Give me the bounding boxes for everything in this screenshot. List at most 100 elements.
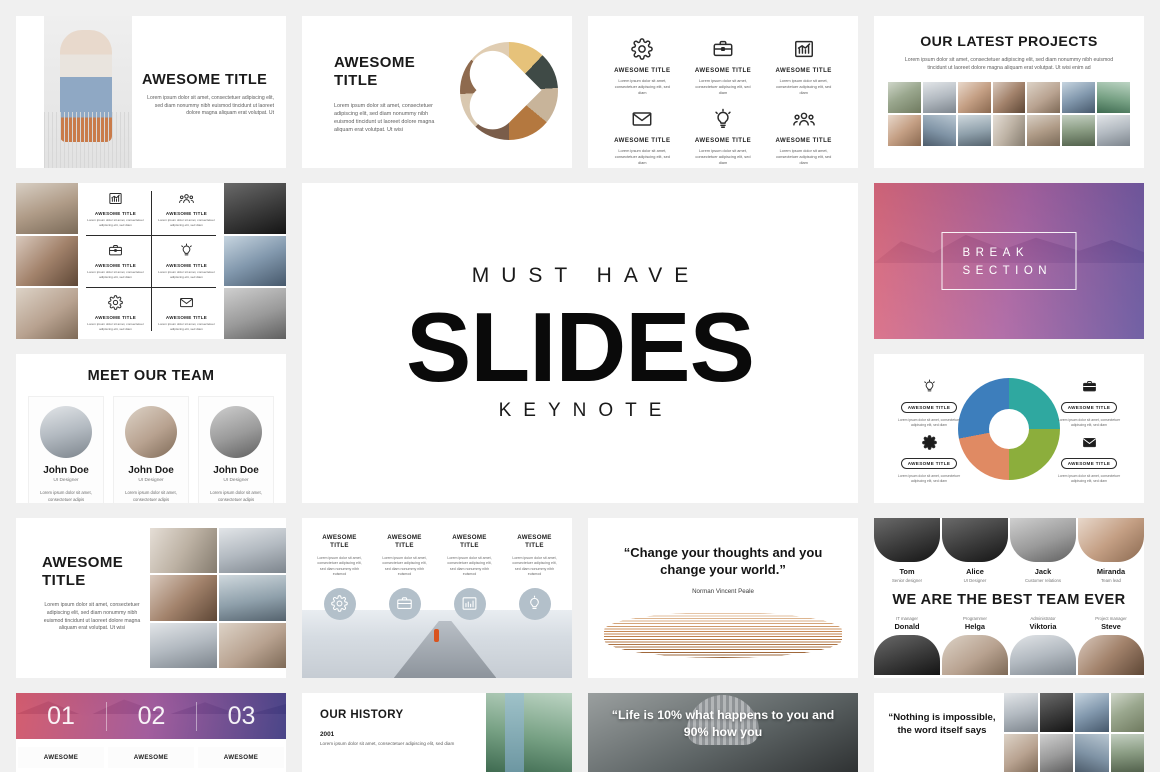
- gear-icon: [323, 587, 356, 620]
- lightbulb-icon: [518, 587, 551, 620]
- team-member[interactable]: Project manager Steve: [1078, 616, 1144, 675]
- slide-best-team-ever[interactable]: Tom Senior designer Alice UI Designer Ja…: [874, 518, 1144, 678]
- feature-item[interactable]: AWESOME TITLE Lorem ipsum dolor sit amet…: [763, 106, 844, 166]
- team-member[interactable]: Administrator Viktoria: [1010, 616, 1076, 675]
- slide-fashion-awesome-title[interactable]: AWESOME TITLE Lorem ipsum dolor sit amet…: [16, 16, 286, 168]
- feature-body: Lorem ipsum dolor sit amet, consectetuer…: [87, 322, 144, 331]
- briefcase-icon: [86, 241, 145, 260]
- member-name: Viktoria: [1029, 622, 1057, 631]
- node-title: AWESOME TITLE: [1060, 458, 1118, 469]
- gallery-photo: [16, 183, 78, 234]
- team-card[interactable]: John Doe UI Designer Lorem ipsum dolor s…: [198, 396, 274, 503]
- feature-title: AWESOME TITLE: [775, 67, 832, 74]
- member-role: Administrator: [1030, 616, 1056, 621]
- team-card[interactable]: John Doe UI Designer Lorem ipsum dolor s…: [113, 396, 189, 503]
- feature-body: Lorem ipsum dolor sit amet, consectetuer…: [158, 322, 215, 331]
- quote-gallery: [1004, 693, 1144, 772]
- card-body: Lorem ipsum dolor sit amet, consectetuer…: [512, 555, 557, 577]
- feature-item[interactable]: AWESOME TITLE Lorem ipsum dolor sit amet…: [80, 235, 151, 287]
- team-member[interactable]: Programmer Helga: [942, 616, 1008, 675]
- feature-item[interactable]: AWESOME TITLE Lorem ipsum dolor sit amet…: [683, 36, 764, 96]
- team-member[interactable]: Tom Senior designer: [874, 518, 940, 583]
- feature-item[interactable]: AWESOME TITLE Lorem ipsum dolor sit amet…: [602, 36, 683, 96]
- feature-item[interactable]: AWESOME TITLE Lorem ipsum dolor sit amet…: [151, 183, 222, 235]
- step-number: 01: [47, 701, 75, 730]
- team-member[interactable]: Miranda Team lead: [1078, 518, 1144, 583]
- slide-quote-nothing-impossible[interactable]: “Nothing is impossible, the word itself …: [874, 693, 1144, 772]
- gallery-photo: [957, 114, 991, 146]
- member-role: Customer relations: [1024, 578, 1062, 583]
- gallery-photo: [888, 81, 921, 113]
- member-name: John Doe: [213, 465, 259, 476]
- member-bio: Lorem ipsum dolor sit amet, consectetuer…: [125, 490, 177, 502]
- feature-item[interactable]: AWESOME TITLE Lorem ipsum dolor sit amet…: [151, 287, 222, 339]
- member-name: Donald: [894, 622, 920, 631]
- card-body: Lorem ipsum dolor sit amet, consectetuer…: [317, 555, 362, 577]
- feature-item[interactable]: AWESOME TITLE Lorem ipsum dolor sit amet…: [80, 287, 151, 339]
- gallery-photo: [219, 528, 286, 574]
- node-body: Lorem ipsum dolor sit amet, consectetuer…: [897, 418, 961, 428]
- donut-node[interactable]: AWESOME TITLE Lorem ipsum dolor sit amet…: [890, 376, 968, 429]
- envelope-icon: [157, 293, 216, 312]
- break-label-box: BREAK SECTION: [941, 232, 1077, 290]
- avatar: [1078, 518, 1144, 562]
- slide-latest-projects[interactable]: OUR LATEST PROJECTS Lorem ipsum dolor si…: [874, 16, 1144, 168]
- fringe-decoration: [44, 112, 132, 168]
- donut-node[interactable]: AWESOME TITLE Lorem ipsum dolor sit amet…: [1050, 432, 1128, 485]
- slide-food-circle[interactable]: AWESOME TITLE Lorem ipsum dolor sit amet…: [302, 16, 572, 168]
- slide-meet-our-team[interactable]: MEET OUR TEAM John Doe UI Designer Lorem…: [16, 354, 286, 503]
- team-member[interactable]: Jack Customer relations: [1010, 518, 1076, 583]
- slide-quote-peale[interactable]: “Change your thoughts and you change you…: [588, 518, 858, 678]
- slide-four-icon-cards[interactable]: AWESOME TITLE Lorem ipsum dolor sit amet…: [302, 518, 572, 678]
- icon-card[interactable]: AWESOME TITLE Lorem ipsum dolor sit amet…: [375, 526, 434, 620]
- slide-interior-awesome-title[interactable]: AWESOME TITLE Lorem ipsum dolor sit amet…: [16, 518, 286, 678]
- slide-break-section[interactable]: BREAK SECTION: [874, 183, 1144, 339]
- member-bio: Lorem ipsum dolor sit amet, consectetuer…: [210, 490, 262, 502]
- team-card[interactable]: John Doe UI Designer Lorem ipsum dolor s…: [28, 396, 104, 503]
- slide-title: AWESOME TITLE: [42, 554, 124, 590]
- gear-icon: [86, 293, 145, 312]
- feature-item[interactable]: AWESOME TITLE Lorem ipsum dolor sit amet…: [602, 106, 683, 166]
- step-label: AWESOME: [18, 747, 104, 768]
- node-title: AWESOME TITLE: [900, 458, 958, 469]
- node-body: Lorem ipsum dolor sit amet, consectetuer…: [1057, 418, 1121, 428]
- slide-hero-title[interactable]: MUST HAVE SLIDES KEYNOTE: [302, 183, 858, 503]
- slide-title: MEET OUR TEAM: [87, 368, 215, 384]
- feature-item[interactable]: AWESOME TITLE Lorem ipsum dolor sit amet…: [683, 106, 764, 166]
- history-body: Lorem ipsum dolor sit amet, consectetuer…: [320, 741, 455, 746]
- donut-node[interactable]: AWESOME TITLE Lorem ipsum dolor sit amet…: [890, 432, 968, 485]
- history-photo: [486, 693, 572, 772]
- team-member[interactable]: IT manager Donald: [874, 616, 940, 675]
- gallery-photo: [1039, 693, 1073, 732]
- icon-card[interactable]: AWESOME TITLE Lorem ipsum dolor sit amet…: [440, 526, 499, 620]
- icon-card[interactable]: AWESOME TITLE Lorem ipsum dolor sit amet…: [505, 526, 564, 620]
- feature-item[interactable]: AWESOME TITLE Lorem ipsum dolor sit amet…: [80, 183, 151, 235]
- member-name: Steve: [1101, 622, 1121, 631]
- donut-node[interactable]: AWESOME TITLE Lorem ipsum dolor sit amet…: [1050, 376, 1128, 429]
- slide-our-history[interactable]: OUR HISTORY 2001 Lorem ipsum dolor sit a…: [302, 693, 572, 772]
- feature-body: Lorem ipsum dolor sit amet, consectetuer…: [695, 78, 751, 96]
- people-icon: [157, 189, 216, 208]
- feature-item[interactable]: AWESOME TITLE Lorem ipsum dolor sit amet…: [151, 235, 222, 287]
- quote-author: Norman Vincent Peale: [692, 587, 754, 595]
- step-label: AWESOME: [108, 747, 194, 768]
- slide-donut-infographic[interactable]: AWESOME TITLE Lorem ipsum dolor sit amet…: [874, 354, 1144, 503]
- slide-quote-life[interactable]: “Life is 10% what happens to you and 90%…: [588, 693, 858, 772]
- avatar: [40, 406, 92, 458]
- envelope-icon: [602, 106, 683, 132]
- slide-icon-grid-photos[interactable]: AWESOME TITLE Lorem ipsum dolor sit amet…: [16, 183, 286, 339]
- slide-numbered-steps[interactable]: 01 02 03 AWESOME AWESOME AWESOME: [16, 693, 286, 772]
- team-member[interactable]: Alice UI Designer: [942, 518, 1008, 583]
- feature-body: Lorem ipsum dolor sit amet, consectetuer…: [695, 148, 751, 166]
- icon-card[interactable]: AWESOME TITLE Lorem ipsum dolor sit amet…: [310, 526, 369, 620]
- member-name: Alice: [966, 567, 984, 576]
- node-body: Lorem ipsum dolor sit amet, consectetuer…: [1057, 474, 1121, 484]
- gallery-photo: [150, 575, 217, 621]
- slide-six-icons[interactable]: AWESOME TITLE Lorem ipsum dolor sit amet…: [588, 16, 858, 168]
- break-label: BREAK SECTION: [962, 247, 1053, 277]
- avatar: [1078, 635, 1144, 675]
- slide-title: WE ARE THE BEST TEAM EVER: [892, 592, 1126, 608]
- feature-item[interactable]: AWESOME TITLE Lorem ipsum dolor sit amet…: [763, 36, 844, 96]
- node-body: Lorem ipsum dolor sit amet, consectetuer…: [897, 474, 961, 484]
- feature-title: AWESOME TITLE: [694, 67, 752, 74]
